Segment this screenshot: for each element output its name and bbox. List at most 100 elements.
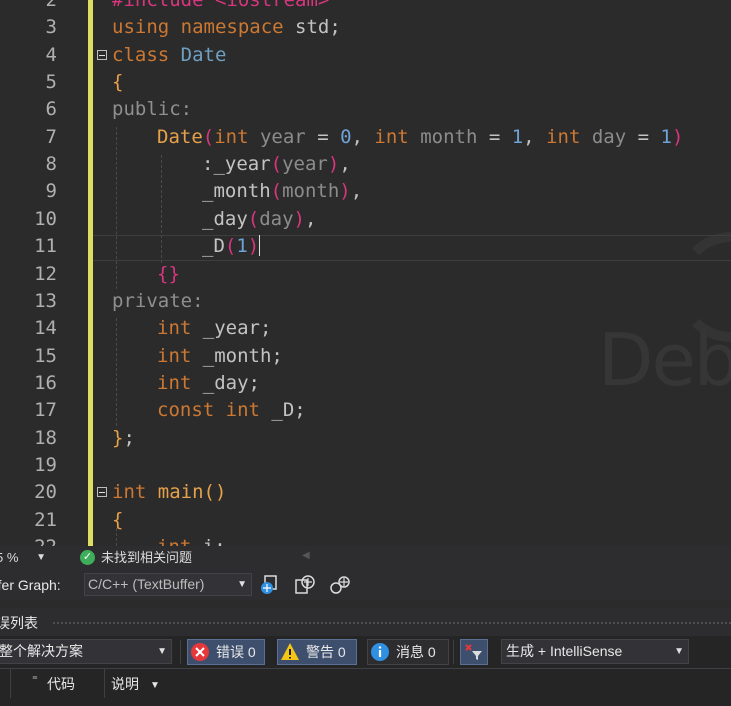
code-token: )	[327, 153, 340, 176]
errors-filter-button[interactable]: 错误 0	[187, 639, 265, 665]
code-token: int	[157, 371, 203, 394]
chevron-down-icon[interactable]: ▼	[150, 677, 160, 695]
info-icon	[371, 643, 389, 661]
code-token: {}	[157, 262, 180, 285]
view-graph-icon[interactable]	[259, 574, 281, 596]
line-number: 19	[34, 453, 57, 476]
code-token: (	[224, 235, 237, 258]
code-token: =	[305, 125, 341, 148]
build-source-select[interactable]: 生成 + IntelliSense ▼	[501, 639, 689, 664]
code-token: 0	[340, 125, 352, 148]
code-token: int	[546, 125, 592, 148]
filter-clear-icon	[465, 644, 482, 660]
code-line[interactable]: 11 _D(1)	[0, 233, 731, 260]
code-text: {	[112, 507, 123, 534]
line-number: 8	[45, 153, 57, 176]
line-number: 18	[34, 426, 57, 449]
code-token: <iostream>	[214, 0, 330, 11]
code-line[interactable]: 22 int i;	[0, 534, 731, 546]
code-token: Date	[157, 125, 203, 148]
code-line[interactable]: 18};	[0, 425, 731, 452]
code-token: ,	[351, 125, 375, 148]
code-token: _month	[202, 180, 271, 203]
check-circle-icon: ✓	[80, 550, 95, 565]
code-line[interactable]: 14 int _year;	[0, 315, 731, 342]
code-text: int _month;	[157, 343, 283, 370]
buffer-graph-label: ffer Graph:	[0, 577, 61, 593]
code-text: int i;	[157, 534, 226, 546]
code-token: month	[420, 125, 478, 148]
code-token: ;	[123, 426, 135, 449]
code-line[interactable]: 5{	[0, 69, 731, 96]
code-token: int	[157, 536, 203, 546]
code-token: Date	[180, 43, 227, 66]
errors-count: 错误 0	[216, 644, 256, 660]
column-description[interactable]: 说明	[111, 675, 139, 693]
code-line[interactable]: 20 int main()	[0, 479, 731, 506]
warnings-filter-button[interactable]: 警告 0	[277, 639, 357, 665]
code-line[interactable]: 12 {}	[0, 261, 731, 288]
code-line[interactable]: 2 #include <iostream>	[0, 0, 731, 14]
code-text: private:	[112, 288, 204, 315]
code-text: _month(month),	[202, 178, 362, 205]
code-line[interactable]: 16 int _day;	[0, 370, 731, 397]
code-line[interactable]: 19	[0, 452, 731, 479]
graph-nodes-icon[interactable]	[294, 574, 316, 596]
code-line[interactable]: 15 int _month;	[0, 343, 731, 370]
code-token: int	[225, 399, 272, 422]
code-line[interactable]: 13 private:	[0, 288, 731, 315]
line-number: 17	[34, 399, 57, 422]
code-token: :_year	[202, 153, 271, 176]
code-text: public:	[112, 96, 192, 123]
chevron-down-icon: ▼	[674, 646, 684, 657]
code-token: i;	[203, 536, 226, 546]
column-divider[interactable]	[104, 669, 105, 699]
code-token: =	[477, 125, 512, 148]
code-token: )	[339, 180, 351, 203]
buffer-graph-select[interactable]: C/C++ (TextBuffer) ▼	[84, 573, 252, 596]
messages-filter-button[interactable]: 消息 0	[367, 639, 449, 665]
code-token: 1	[660, 125, 672, 148]
chevron-down-icon: ▼	[36, 552, 46, 563]
code-editor[interactable]: Deb 2 #include <iostream> 3 using namespace…	[0, 0, 731, 546]
code-line[interactable]: 6 public:	[0, 96, 731, 123]
panel-drag-grip[interactable]	[52, 621, 731, 625]
scope-selected: 整个解决方案	[0, 643, 83, 659]
line-number: 21	[34, 508, 57, 531]
code-text: {}	[157, 261, 180, 288]
warnings-count: 警告 0	[306, 644, 346, 660]
code-line[interactable]: 8:_year(year),	[0, 151, 731, 178]
code-line[interactable]: 7 Date(int year = 0, int month = 1, int d…	[0, 124, 731, 151]
collapse-icon[interactable]	[97, 487, 107, 498]
code-line[interactable]: 4 class Date	[0, 42, 731, 69]
scope-select[interactable]: 整个解决方案 ▼	[0, 639, 172, 664]
line-number: 11	[34, 235, 57, 258]
column-code[interactable]: 代码	[47, 675, 75, 693]
code-text: class Date	[112, 42, 226, 69]
code-text: {	[112, 69, 123, 96]
code-token: const	[157, 399, 226, 422]
code-text: int _day;	[157, 370, 260, 397]
scroll-left-icon[interactable]: ◀	[302, 550, 310, 561]
line-number: 14	[34, 317, 57, 340]
graph-export-icon[interactable]	[329, 574, 351, 596]
issues-status[interactable]: 未找到相关问题	[101, 550, 192, 566]
code-token: )	[293, 207, 305, 230]
code-line[interactable]: 9 _month(month),	[0, 178, 731, 205]
code-token: day	[591, 125, 627, 148]
code-line[interactable]: 17 const int _D;	[0, 397, 731, 424]
zoom-level: 5 %	[0, 550, 19, 565]
chevron-down-icon: ▼	[237, 579, 247, 590]
collapse-icon[interactable]	[97, 49, 107, 60]
buffer-graph-toolbar: ffer Graph: C/C++ (TextBuffer) ▼	[0, 570, 731, 600]
code-line[interactable]: 10 _day(day),	[0, 206, 731, 233]
clear-filter-button[interactable]	[460, 639, 488, 665]
code-line[interactable]: 21 {	[0, 507, 731, 534]
code-token: month	[282, 180, 340, 203]
code-token: (	[247, 207, 260, 230]
code-text: Date(int year = 0, int month = 1, int da…	[157, 124, 683, 151]
code-line[interactable]: 3 using namespace std;	[0, 14, 731, 41]
line-number: 12	[34, 262, 57, 285]
error-list-body	[0, 698, 731, 706]
zoom-dropdown[interactable]: 5 % ▼	[0, 549, 46, 567]
